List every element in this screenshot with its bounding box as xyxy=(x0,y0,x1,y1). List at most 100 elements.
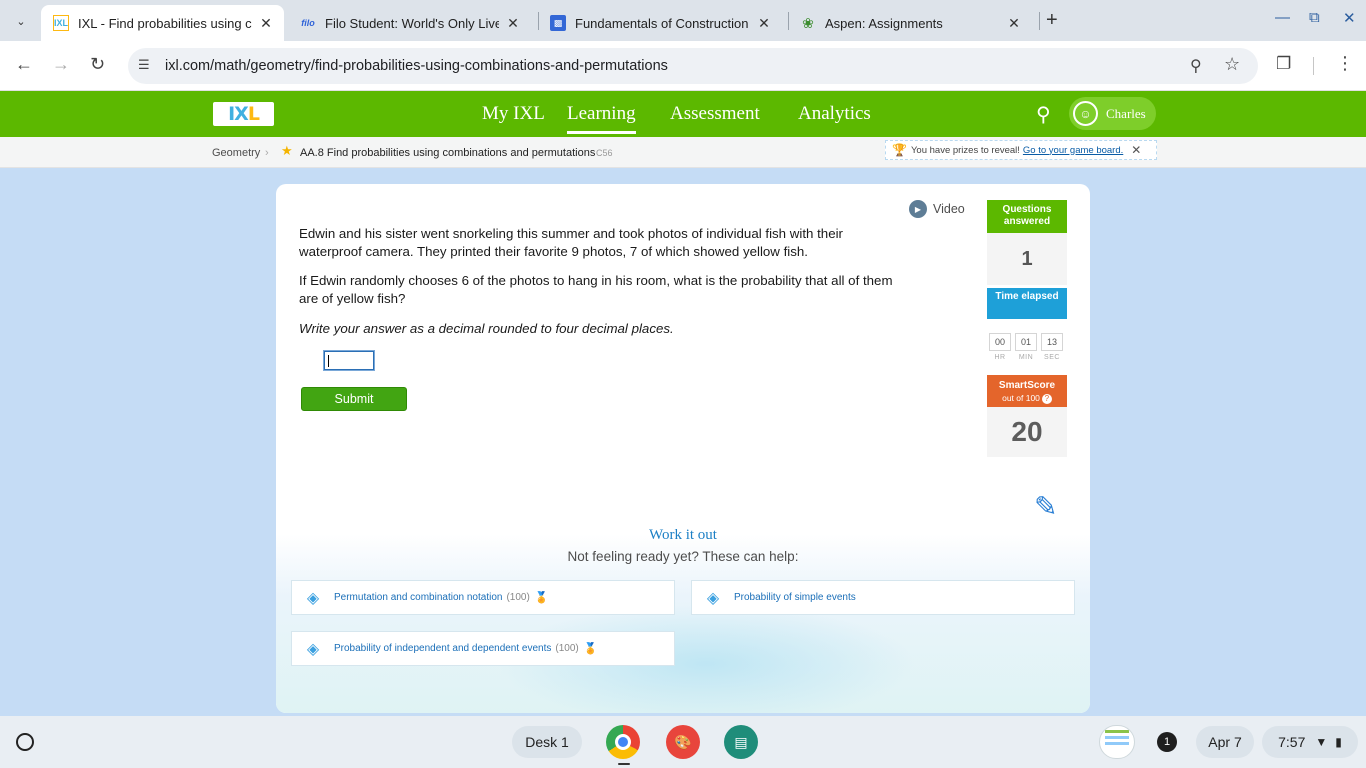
paint-palette-app-icon[interactable]: 🎨 xyxy=(666,725,700,759)
smartscore-header: SmartScore out of 100? xyxy=(987,375,1067,407)
breadcrumb: Geometry › ★ AA.8 Find probabilities usi… xyxy=(0,137,1366,168)
maximize-window-icon[interactable]: ⧉ xyxy=(1309,9,1320,26)
time-elapsed-label: Time elapsed xyxy=(987,288,1067,319)
extensions-puzzle-icon[interactable]: ❐ xyxy=(1276,54,1291,74)
date-pill[interactable]: Apr 7 xyxy=(1196,726,1254,758)
game-board-link[interactable]: Go to your game board. xyxy=(1023,145,1123,156)
user-menu[interactable]: ☺ Charles xyxy=(1069,97,1156,130)
os-shelf: Desk 1 🎨 ▤ 1 Apr 7 7:57 ▼ ▮ xyxy=(0,716,1366,768)
tab-aspen[interactable]: ❀ Aspen: Assignments ✕ xyxy=(788,5,1032,41)
timer: 00 HR 01 MIN 13 SEC xyxy=(989,333,1063,361)
tab-separator xyxy=(1039,12,1040,30)
work-it-out-title[interactable]: Work it out xyxy=(276,527,1090,544)
tab-ixl[interactable]: IXL IXL - Find probabilities using co ✕ xyxy=(41,5,284,41)
timer-hours-label: HR xyxy=(994,354,1006,361)
medal-icon: 🏅 xyxy=(534,592,549,604)
timer-minutes: 01 xyxy=(1015,333,1037,351)
play-icon: ▶ xyxy=(909,200,927,218)
desk-switcher[interactable]: Desk 1 xyxy=(512,726,582,758)
nav-analytics[interactable]: Analytics xyxy=(798,103,871,125)
questions-answered-label: Questions answered xyxy=(987,200,1067,233)
back-arrow-icon[interactable]: ← xyxy=(15,54,33,75)
practice-panel: ▶ Video Edwin and his sister went snorke… xyxy=(276,184,1090,713)
battery-icon: ▮ xyxy=(1335,735,1342,749)
tab-filo[interactable]: filo Filo Student: World's Only Live I ✕ xyxy=(288,5,531,41)
breadcrumb-subject[interactable]: Geometry xyxy=(212,147,260,159)
logo-letter: L xyxy=(247,103,260,125)
user-name: Charles xyxy=(1106,105,1146,121)
scratchpad-pencil-icon[interactable]: ✎ xyxy=(1034,490,1057,523)
leaf-favicon-icon: ❀ xyxy=(802,14,814,31)
timer-hours: 00 xyxy=(989,333,1011,351)
help-skill-link[interactable]: ◈ Permutation and combination notation (… xyxy=(291,580,675,615)
star-icon: ★ xyxy=(281,143,293,158)
close-window-icon[interactable]: ✕ xyxy=(1343,9,1356,27)
tab-title: Aspen: Assignments xyxy=(825,15,943,31)
filo-favicon-icon: filo xyxy=(301,18,315,28)
reload-icon[interactable]: ↻ xyxy=(90,54,105,75)
toolbar-separator xyxy=(1313,57,1314,75)
new-tab-plus-icon[interactable]: + xyxy=(1046,10,1058,30)
close-icon[interactable]: ✕ xyxy=(1131,143,1141,157)
logo-letter: X xyxy=(234,103,249,125)
skill-code: C56 xyxy=(596,148,613,158)
site-info-icon[interactable]: ☰ xyxy=(138,57,150,73)
nav-my-ixl[interactable]: My IXL xyxy=(482,103,545,125)
ixl-header: IXL My IXL Learning Assessment Analytics… xyxy=(0,91,1366,137)
close-tab-icon[interactable]: ✕ xyxy=(1006,15,1022,32)
answer-input[interactable] xyxy=(323,350,375,371)
address-bar[interactable]: ☰ ixl.com/math/geometry/find-probabiliti… xyxy=(128,48,1258,84)
launcher-circle-icon[interactable] xyxy=(16,733,34,751)
prize-text: You have prizes to reveal! xyxy=(910,144,1020,156)
breadcrumb-chevron-icon: › xyxy=(265,147,269,159)
close-tab-icon[interactable]: ✕ xyxy=(756,15,772,32)
chrome-app-icon[interactable] xyxy=(606,725,640,759)
tab-search-chevron-icon[interactable]: ⌄ xyxy=(9,9,33,33)
avatar-icon: ☺ xyxy=(1073,101,1098,126)
status-tray[interactable]: 7:57 ▼ ▮ xyxy=(1262,726,1358,758)
video-button[interactable]: ▶ Video xyxy=(909,200,965,218)
tab-title: IXL - Find probabilities using co xyxy=(78,15,252,31)
diamond-icon: ◈ xyxy=(306,589,320,607)
close-tab-icon[interactable]: ✕ xyxy=(505,15,521,32)
notification-count[interactable]: 1 xyxy=(1157,732,1177,752)
video-label: Video xyxy=(933,202,965,216)
doc-favicon-icon: ▩ xyxy=(550,15,566,31)
smartscore-sub: out of 100? xyxy=(987,392,1067,404)
classroom-app-icon[interactable]: ▤ xyxy=(724,725,758,759)
nav-assessment[interactable]: Assessment xyxy=(670,103,760,125)
ixl-logo[interactable]: IXL xyxy=(213,102,274,126)
wifi-icon: ▼ xyxy=(1315,735,1328,749)
trophy-icon: 🏆 xyxy=(892,143,907,157)
skill-score: (100) xyxy=(506,592,530,603)
question-paragraph-2: If Edwin randomly chooses 6 of the photo… xyxy=(299,273,893,306)
search-icon[interactable]: ⚲ xyxy=(1036,102,1051,127)
smartscore-value: 20 xyxy=(987,407,1067,457)
help-skill-link[interactable]: ◈ Probability of simple events xyxy=(691,580,1075,615)
skill-name: Probability of simple events xyxy=(734,592,856,603)
question-instruction: Write your answer as a decimal rounded t… xyxy=(299,321,674,336)
forward-arrow-icon[interactable]: → xyxy=(52,54,70,75)
diamond-icon: ◈ xyxy=(706,589,720,607)
clock: 7:57 xyxy=(1278,734,1306,750)
ixl-favicon-icon: IXL xyxy=(53,15,69,31)
close-tab-icon[interactable]: ✕ xyxy=(258,15,274,32)
zoom-magnifier-icon[interactable]: ⚲ xyxy=(1190,56,1202,76)
skill-score: (100) xyxy=(555,643,579,654)
submit-button[interactable]: Submit xyxy=(301,387,407,411)
timer-seconds: 13 xyxy=(1041,333,1063,351)
medal-icon: 🏅 xyxy=(583,643,598,655)
help-skill-link[interactable]: ◈ Probability of independent and depende… xyxy=(291,631,675,666)
timer-seconds-label: SEC xyxy=(1044,354,1060,361)
nav-learning[interactable]: Learning xyxy=(567,103,636,134)
help-question-icon[interactable]: ? xyxy=(1041,394,1052,404)
questions-answered-value: 1 xyxy=(987,233,1067,285)
screen-capture-thumbnail[interactable] xyxy=(1099,725,1135,759)
tab-fundamentals[interactable]: ▩ Fundamentals of Construction ✕ xyxy=(538,5,782,41)
bookmark-star-icon[interactable]: ☆ xyxy=(1224,54,1240,75)
skill-name: Permutation and combination notation xyxy=(334,592,503,603)
prize-banner: 🏆 You have prizes to reveal! Go to your … xyxy=(885,140,1157,160)
browser-menu-icon[interactable]: ⋮ xyxy=(1336,53,1354,74)
minimize-window-icon[interactable]: — xyxy=(1275,9,1290,26)
url-text: ixl.com/math/geometry/find-probabilities… xyxy=(165,58,668,74)
